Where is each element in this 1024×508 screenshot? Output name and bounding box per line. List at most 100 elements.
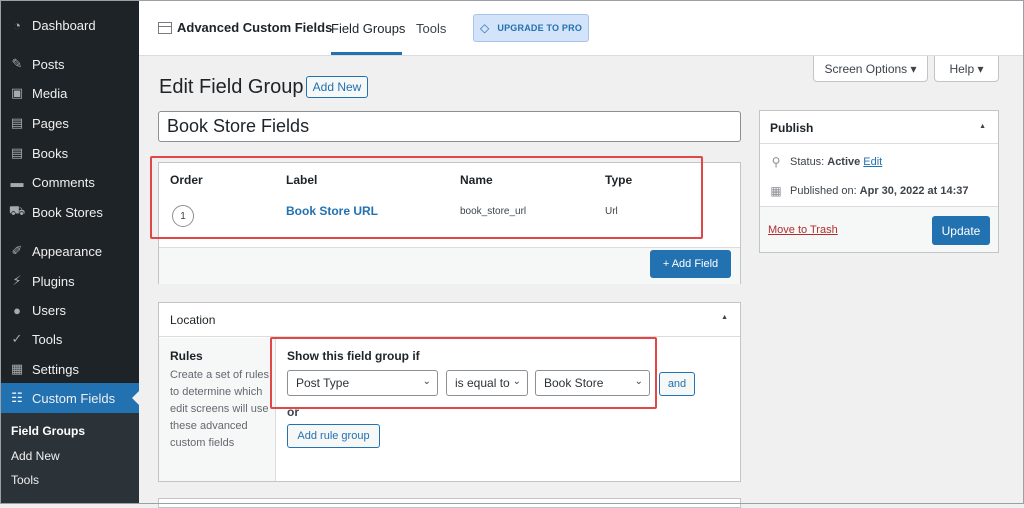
custom-fields-submenu: Field Groups Add New Tools bbox=[0, 413, 139, 504]
screen-options-button[interactable]: Screen Options ▾ bbox=[813, 56, 928, 82]
sidebar-item-dashboard[interactable]: ◔ Dashboard bbox=[0, 10, 139, 40]
sidebar-item-pages[interactable]: ▤ Pages bbox=[0, 108, 139, 138]
submenu-item-tools[interactable]: Tools bbox=[11, 473, 39, 487]
field-name-value: book_store_url bbox=[460, 206, 527, 217]
sidebar-item-label: Appearance bbox=[32, 243, 103, 259]
sidebar-item-comments[interactable]: ▬ Comments bbox=[0, 167, 139, 197]
sidebar-item-label: Users bbox=[32, 302, 66, 318]
publish-header: Publish ▲ bbox=[760, 111, 998, 144]
rule-operator-select[interactable]: is equal to ⌄ bbox=[446, 370, 528, 396]
sidebar-item-label: Plugins bbox=[32, 273, 75, 289]
pin-icon: ⚲ bbox=[771, 155, 781, 169]
status-value: Active bbox=[827, 156, 861, 168]
plugin-icon: ⚡ bbox=[12, 273, 22, 288]
sidebar-item-book-stores[interactable]: ⛟ Book Stores bbox=[0, 197, 139, 227]
dashboard-icon: ◔ bbox=[13, 17, 21, 33]
comment-icon: ▬ bbox=[10, 174, 24, 190]
collapse-toggle-icon[interactable]: ▲ bbox=[721, 314, 728, 321]
custom-fields-icon: ☷ bbox=[11, 390, 23, 405]
field-order-badge[interactable]: 1 bbox=[172, 205, 194, 227]
sidebar-item-label: Book Stores bbox=[32, 204, 103, 220]
publish-panel: Publish ▲ ⚲ Status: Active Edit ▦ Publis… bbox=[759, 110, 999, 253]
rule-param-value: Post Type bbox=[296, 376, 350, 390]
published-label: Published on: bbox=[790, 185, 857, 197]
publish-status-row: ⚲ Status: Active Edit bbox=[770, 155, 883, 169]
sidebar-item-users[interactable]: ● Users bbox=[0, 295, 139, 325]
rule-param-select[interactable]: Post Type ⌄ bbox=[287, 370, 438, 396]
acf-brand: Advanced Custom Fields bbox=[158, 20, 332, 35]
acf-brand-label: Advanced Custom Fields bbox=[177, 20, 333, 35]
and-button[interactable]: and bbox=[659, 372, 695, 396]
sidebar-item-custom-fields[interactable]: ☷ Custom Fields bbox=[0, 383, 139, 413]
location-panel: Location ▲ Rules Create a set of rules t… bbox=[158, 302, 741, 482]
calendar-icon: ▦ bbox=[770, 184, 782, 198]
chevron-down-icon: ⌄ bbox=[634, 376, 643, 387]
help-button[interactable]: Help ▾ bbox=[934, 56, 999, 82]
show-if-label: Show this field group if bbox=[287, 349, 420, 363]
column-header-name: Name bbox=[460, 173, 493, 187]
location-title: Location bbox=[170, 313, 216, 327]
sidebar-item-label: Tools bbox=[32, 331, 63, 347]
tab-tools[interactable]: Tools bbox=[416, 21, 446, 36]
cart-icon: ⛟ bbox=[8, 203, 26, 218]
collapse-toggle-icon[interactable]: ▲ bbox=[979, 123, 986, 130]
upgrade-label: UPGRADE TO PRO bbox=[497, 23, 583, 33]
user-icon: ● bbox=[13, 302, 21, 318]
column-header-order: Order bbox=[170, 173, 203, 187]
next-panel-edge bbox=[158, 498, 741, 508]
sidebar-item-label: Dashboard bbox=[32, 17, 96, 33]
field-label-link[interactable]: Book Store URL bbox=[286, 204, 378, 218]
acf-logo-icon bbox=[158, 21, 172, 34]
field-type-value: Url bbox=[605, 206, 618, 217]
sidebar-item-books[interactable]: ▤ Books bbox=[0, 138, 139, 168]
active-tab-indicator bbox=[331, 52, 402, 55]
publish-date-row: ▦ Published on: Apr 30, 2022 at 14:37 bbox=[770, 184, 969, 198]
wrench-icon: ✓ bbox=[11, 331, 23, 346]
book-icon: ▤ bbox=[10, 145, 24, 160]
sidebar-item-label: Pages bbox=[32, 115, 69, 131]
sidebar-item-posts[interactable]: ✎ Posts bbox=[0, 49, 139, 79]
sidebar-item-plugins[interactable]: ⚡ Plugins bbox=[0, 266, 139, 296]
submenu-item-field-groups[interactable]: Field Groups bbox=[11, 424, 85, 438]
location-header: Location ▲ bbox=[159, 303, 740, 337]
sidebar-item-label: Books bbox=[32, 145, 69, 161]
status-label: Status: bbox=[790, 156, 825, 168]
tab-field-groups[interactable]: Field Groups bbox=[331, 21, 405, 36]
diamond-icon: ◇ bbox=[479, 21, 490, 35]
sidebar-item-label: Settings bbox=[32, 361, 79, 377]
update-button[interactable]: Update bbox=[932, 216, 990, 245]
page-title: Edit Field Group bbox=[159, 76, 304, 98]
move-to-trash-link[interactable]: Move to Trash bbox=[768, 224, 838, 236]
chevron-down-icon: ⌄ bbox=[512, 376, 521, 387]
status-edit-link[interactable]: Edit bbox=[863, 156, 882, 168]
rule-operator-value: is equal to bbox=[455, 376, 510, 390]
acf-header: Advanced Custom Fields Field Groups Tool… bbox=[139, 0, 1024, 56]
or-label: or bbox=[287, 405, 299, 419]
sidebar-item-media[interactable]: ▣ Media bbox=[0, 78, 139, 108]
field-group-title-input[interactable]: Book Store Fields bbox=[158, 111, 741, 142]
pin-icon: ✎ bbox=[11, 56, 23, 71]
upgrade-to-pro-button[interactable]: ◇ UPGRADE TO PRO bbox=[473, 14, 589, 42]
publish-footer: Move to Trash Update bbox=[760, 206, 998, 252]
sidebar-item-appearance[interactable]: ✐ Appearance bbox=[0, 236, 139, 266]
rules-sidebar: Rules Create a set of rules to determine… bbox=[159, 338, 276, 481]
sidebar-item-tools[interactable]: ✓ Tools bbox=[0, 324, 139, 354]
pages-icon: ▤ bbox=[10, 115, 24, 130]
sidebar-item-settings[interactable]: ▦ Settings bbox=[0, 354, 139, 384]
submenu-item-add-new[interactable]: Add New bbox=[11, 449, 60, 463]
fields-panel: Order Label Name Type 1 Book Store URL b… bbox=[158, 162, 741, 284]
publish-title: Publish bbox=[770, 121, 814, 135]
add-rule-group-button[interactable]: Add rule group bbox=[287, 424, 380, 448]
published-value: Apr 30, 2022 at 14:37 bbox=[859, 185, 969, 197]
sidebar-item-label: Media bbox=[32, 85, 68, 101]
add-new-button[interactable]: Add New bbox=[306, 76, 368, 98]
rules-description: Create a set of rules to determine which… bbox=[170, 369, 270, 449]
add-field-button[interactable]: + Add Field bbox=[650, 250, 731, 278]
column-header-label: Label bbox=[286, 173, 318, 187]
sidebar-item-label: Posts bbox=[32, 56, 65, 72]
admin-sidebar: ◔ Dashboard ✎ Posts ▣ Media ▤ Pages ▤ Bo… bbox=[0, 0, 139, 504]
rule-value-select[interactable]: Book Store ⌄ bbox=[535, 370, 650, 396]
brush-icon: ✐ bbox=[11, 243, 23, 258]
settings-icon: ▦ bbox=[10, 361, 24, 376]
active-indicator bbox=[132, 391, 139, 405]
